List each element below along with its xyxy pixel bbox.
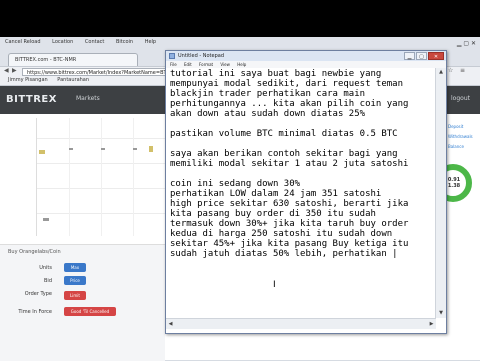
notepad-window: Untitled - Notepad ▁ ▢ ✕ File Edit Forma… bbox=[165, 50, 447, 334]
mouse-cursor-icon: I bbox=[273, 280, 276, 290]
max-button[interactable]: Max bbox=[64, 263, 86, 272]
candle bbox=[133, 148, 137, 150]
horizontal-scrollbar[interactable]: ◀ ▶ bbox=[166, 318, 436, 329]
star-icon[interactable]: ☆ bbox=[448, 67, 453, 74]
vertical-scrollbar[interactable]: ▲ ▼ bbox=[435, 68, 446, 318]
notepad-menu-edit[interactable]: Edit bbox=[184, 62, 192, 67]
close-button[interactable]: ✕ bbox=[428, 52, 444, 60]
scroll-right-icon[interactable]: ▶ bbox=[427, 319, 436, 329]
menu-item[interactable]: Contact bbox=[85, 39, 104, 45]
notepad-menu-help[interactable]: Help bbox=[237, 62, 246, 67]
volume-bar bbox=[43, 218, 49, 221]
candle bbox=[39, 150, 45, 154]
tif-button[interactable]: Good 'Til Cancelled bbox=[64, 307, 116, 316]
browser-menubar: Cancel Reload Location Contact Bitcoin H… bbox=[0, 37, 480, 48]
order-panel-title: Buy Orangelabs/Coin bbox=[8, 249, 61, 255]
minimize-button[interactable]: ▁ bbox=[404, 52, 415, 60]
gridline bbox=[133, 118, 134, 236]
time-in-force-label: Time In Force bbox=[18, 309, 52, 315]
menu-item[interactable]: Help bbox=[145, 39, 156, 45]
chart-plot bbox=[36, 118, 165, 236]
menu-item[interactable]: Location bbox=[52, 39, 73, 45]
balance-link[interactable]: Balance bbox=[448, 144, 464, 149]
withdrawals-link[interactable]: Withdrawals bbox=[448, 134, 473, 139]
order-type-label: Order Type bbox=[24, 291, 52, 297]
units-label: Units bbox=[39, 265, 52, 271]
notepad-textarea[interactable]: tutorial ini saya buat bagi newbie yang … bbox=[170, 69, 432, 307]
candle bbox=[149, 146, 153, 152]
markets-menu[interactable]: Markets bbox=[76, 95, 100, 102]
candle bbox=[101, 148, 105, 150]
bid-label: Bid bbox=[44, 278, 52, 284]
price-button[interactable]: Price bbox=[64, 276, 86, 285]
gridline bbox=[69, 118, 70, 236]
candle bbox=[69, 148, 73, 150]
scroll-up-icon[interactable]: ▲ bbox=[436, 68, 446, 77]
notepad-titlebar[interactable]: Untitled - Notepad ▁ ▢ ✕ bbox=[166, 51, 446, 61]
bookmark-item[interactable]: Pantaurahan bbox=[57, 77, 89, 83]
forward-icon[interactable]: ▶ bbox=[12, 67, 17, 74]
window-controls[interactable]: ▁ ▢ ✕ bbox=[457, 40, 476, 47]
bookmark-item[interactable]: Jimmy Pisangan bbox=[8, 77, 48, 83]
limit-button[interactable]: Limit bbox=[64, 291, 86, 300]
scroll-left-icon[interactable]: ◀ bbox=[166, 319, 175, 329]
video-black-bar bbox=[0, 0, 480, 37]
gridline bbox=[101, 118, 102, 236]
buy-order-panel: Buy Orangelabs/Coin Units Max Bid Price … bbox=[0, 244, 165, 361]
notepad-menu-format[interactable]: Format bbox=[199, 62, 213, 67]
browser-tab[interactable]: BITTREX.com - BTC-NMR bbox=[8, 53, 138, 66]
price-chart bbox=[0, 114, 165, 240]
menu-icon[interactable]: ≡ bbox=[460, 67, 465, 74]
scroll-down-icon[interactable]: ▼ bbox=[436, 309, 446, 318]
notepad-icon bbox=[169, 53, 175, 59]
logout-link[interactable]: logout bbox=[451, 95, 470, 102]
notepad-title: Untitled - Notepad bbox=[178, 53, 225, 59]
menu-item[interactable]: Cancel Reload bbox=[5, 39, 41, 45]
site-logo[interactable]: BITTREX bbox=[6, 94, 57, 105]
back-icon[interactable]: ◀ bbox=[4, 67, 9, 74]
notepad-menu-file[interactable]: File bbox=[170, 62, 177, 67]
notepad-menubar: File Edit Format View Help bbox=[166, 61, 446, 68]
deposit-link[interactable]: Deposit bbox=[448, 124, 463, 129]
notepad-menu-view[interactable]: View bbox=[220, 62, 230, 67]
maximize-button[interactable]: ▢ bbox=[416, 52, 427, 60]
menu-item[interactable]: Bitcoin bbox=[116, 39, 133, 45]
right-panel: Deposit Withdrawals Balance bbox=[446, 114, 480, 360]
